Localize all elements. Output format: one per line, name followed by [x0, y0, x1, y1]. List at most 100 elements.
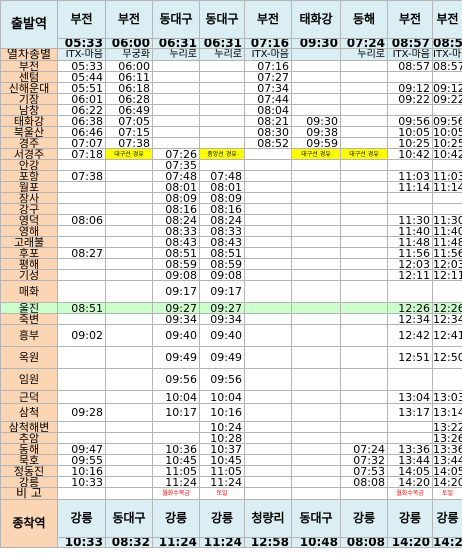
departure-time — [105, 258, 153, 270]
departure-time — [387, 280, 433, 303]
departure-time — [152, 432, 200, 444]
departure-time — [340, 280, 388, 303]
departure-time — [105, 302, 153, 314]
departure-time — [105, 390, 153, 404]
departure-time: 11:48 — [387, 236, 433, 248]
departure-time: 11:56 — [387, 247, 433, 259]
footer-row: 종착역 강릉 동대구 강릉 강릉 청량리 동대구 강릉 강릉 강릉 — [0, 499, 462, 548]
station-name: 근덕 — [0, 390, 58, 404]
departure-time — [57, 421, 106, 433]
departure-time — [244, 225, 292, 237]
station-row: 흥부 09:02 09:40 09:40 12:42 12:41 — [0, 324, 462, 347]
departure-time — [340, 71, 388, 83]
departure-time — [291, 225, 341, 237]
departure-time: 07:05 — [105, 115, 153, 127]
departure-time — [105, 476, 153, 488]
train-type: ITX-마음 — [387, 48, 433, 61]
remark — [340, 487, 388, 500]
train-type-label: 열차종별 — [0, 48, 58, 61]
departure-time — [340, 60, 388, 72]
departure-time — [152, 71, 200, 83]
station-name: 포항 — [0, 170, 58, 182]
departure-time: 11:30 — [387, 214, 433, 226]
train-start-time: 05:33 — [57, 38, 106, 49]
departure-time — [291, 403, 341, 422]
departure-time — [244, 432, 292, 444]
departure-time: 07:53 — [340, 465, 388, 477]
departure-time — [105, 280, 153, 303]
station-name: 매화 — [0, 280, 58, 303]
train-start-time: 08:57 — [387, 38, 433, 49]
departure-time — [291, 465, 341, 477]
departure-time — [199, 93, 245, 105]
train-terminal: 강릉 — [387, 499, 433, 538]
departure-time — [105, 324, 153, 347]
departure-time — [291, 159, 341, 171]
departure-time: 08:59 — [152, 258, 200, 270]
remark — [291, 487, 341, 500]
departure-time — [340, 421, 388, 433]
departure-time: 06:49 — [105, 104, 153, 116]
station-row: 영해 08:33 08:33 11:40 11:40 — [0, 225, 462, 237]
departure-time — [340, 203, 388, 215]
departure-time: 12:51 — [387, 346, 433, 369]
departure-time: 08:09 — [199, 192, 245, 204]
train-start-time: 08:57 — [432, 38, 462, 49]
departure-time: 08:33 — [152, 225, 200, 237]
departure-time — [291, 181, 341, 193]
departure-time — [387, 432, 433, 444]
station-name: 삼척해변 — [0, 421, 58, 433]
station-row: 기장 06:01 06:28 07:44 09:22 09:22 — [0, 93, 462, 105]
departure-time: 09:30 — [291, 115, 341, 127]
departure-time: 08:24 — [152, 214, 200, 226]
departure-time — [244, 465, 292, 477]
departure-time — [105, 236, 153, 248]
departure-time: 07:18 — [57, 148, 106, 160]
train-terminal: 강릉 — [57, 499, 106, 538]
train-end-time: 11:24 — [152, 537, 200, 548]
departure-time: 08:51 — [199, 247, 245, 259]
footer-time-row: 10:33 08:32 11:24 11:24 12:58 10:48 08:0… — [1, 537, 462, 548]
train-start-time: 06:31 — [199, 38, 245, 49]
train-terminal: 청량리 — [244, 499, 292, 538]
departure-time — [291, 432, 341, 444]
station-row: 옥원 09:49 09:49 12:51 12:50 — [0, 346, 462, 369]
departure-time: 12:41 — [432, 324, 462, 347]
departure-time — [244, 403, 292, 422]
departure-time: 13:36 — [387, 443, 433, 455]
train-destination: 부전 — [432, 0, 462, 39]
departure-time — [57, 368, 106, 391]
departure-time: 09:59 — [291, 137, 341, 149]
station-name: 평해 — [0, 258, 58, 270]
station-rows: 부전 05:33 06:00 07:16 08:57 08:57 센텀 05:44 06:11 0… — [0, 60, 462, 488]
train-destination: 부전 — [57, 0, 106, 39]
departure-time: 06:22 — [57, 104, 106, 116]
departure-time — [244, 181, 292, 193]
station-row: 영덕 08:06 08:24 08:24 11:30 11:30 — [0, 214, 462, 226]
departure-time — [57, 313, 106, 325]
departure-time: 12:26 — [432, 302, 462, 314]
departure-time — [291, 236, 341, 248]
station-row: 묵호 09:55 10:45 10:45 07:32 13:44 13:44 — [0, 454, 462, 466]
departure-time — [340, 192, 388, 204]
departure-time: 14:20 — [432, 476, 462, 488]
departure-time — [244, 346, 292, 369]
train-destination: 부전 — [244, 0, 292, 39]
departure-time: 09:40 — [152, 324, 200, 347]
departure-time — [105, 421, 153, 433]
station-name: 동해 — [0, 443, 58, 455]
remark: 월화수목금 — [152, 487, 200, 500]
departure-time: 10:45 — [152, 454, 200, 466]
departure-time: 09:12 — [432, 82, 462, 94]
departure-time: 09:08 — [199, 269, 245, 281]
departure-time: 09:17 — [199, 280, 245, 303]
remark: 토일 — [432, 487, 462, 500]
departure-time — [340, 225, 388, 237]
departure-time: 13:26 — [432, 432, 462, 444]
station-row: 임원 09:56 09:56 — [0, 368, 462, 391]
departure-time: 05:51 — [57, 82, 106, 94]
departure-time — [244, 258, 292, 270]
departure-time — [244, 203, 292, 215]
departure-time — [244, 236, 292, 248]
train-terminal: 동대구 — [291, 499, 341, 538]
